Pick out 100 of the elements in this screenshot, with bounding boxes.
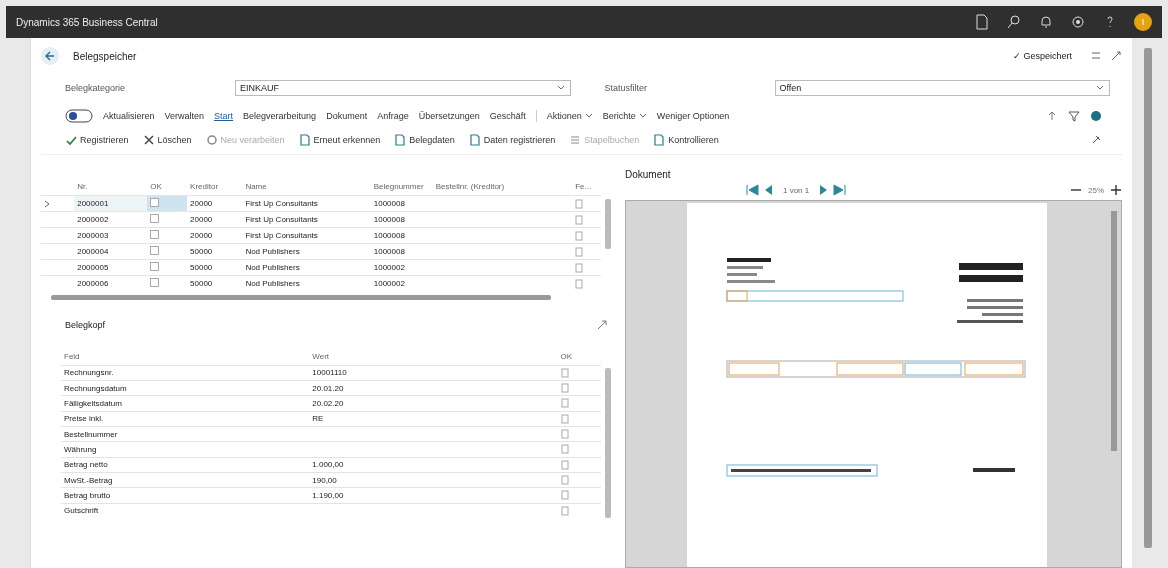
action-tab[interactable]: Dokument [326, 109, 368, 123]
document-icon [468, 134, 481, 146]
table-cell: 2000002 [74, 211, 148, 228]
document-icon [560, 475, 569, 486]
scrollbar[interactable] [1111, 211, 1117, 451]
table-cell: Preise inkl. [61, 411, 310, 427]
expand-icon [1110, 50, 1122, 62]
action-tab[interactable]: Weniger Optionen [656, 109, 730, 123]
cross-icon [142, 134, 155, 146]
table-cell: Rechnungsdatum [61, 380, 310, 396]
document-icon [575, 214, 584, 225]
action-tab[interactable]: Geschäft [489, 109, 526, 123]
back-button[interactable] [41, 47, 59, 65]
table-cell: Nod Publishers [242, 275, 371, 291]
column-header[interactable]: Fe... [572, 165, 601, 196]
action-tab[interactable]: Verwalten [164, 109, 205, 123]
document-icon [560, 367, 569, 378]
checkbox[interactable] [150, 246, 160, 255]
table-cell: 1.000,00 [309, 457, 558, 473]
table-cell: 1000008 [370, 195, 433, 212]
document-icon [575, 278, 584, 289]
document-icon [575, 262, 584, 273]
column-header[interactable]: Name [242, 165, 371, 196]
document-icon [575, 246, 584, 257]
zoom-level: 25% [1088, 185, 1104, 195]
table-cell: 20.02.20 [309, 395, 558, 412]
action-tab[interactable]: Übersetzungen [418, 109, 480, 123]
action-button[interactable]: Erneut erkennen [298, 132, 381, 148]
dropdown-field[interactable]: EINKAUF [235, 80, 571, 96]
checkbox[interactable] [150, 214, 160, 223]
table-cell: 190,00 [309, 472, 558, 488]
field-label: Statusfilter [604, 83, 649, 93]
status-dot-icon [1090, 110, 1102, 122]
dropdown-field[interactable]: Offen [774, 80, 1110, 96]
chevron-down-icon [584, 112, 593, 120]
column-header[interactable]: Bestellnr. (Kreditor) [432, 165, 573, 196]
checkbox[interactable] [150, 230, 160, 239]
column-header[interactable]: OK [557, 334, 601, 366]
document-icon [560, 444, 569, 455]
zoom-in-icon [1110, 184, 1122, 196]
table-cell: First Up Consultants [242, 227, 371, 244]
part-title: Belegkopf [65, 320, 106, 330]
scrollbar[interactable] [1144, 48, 1152, 548]
filter-icon [1068, 110, 1080, 122]
gear-icon [205, 134, 218, 146]
table-cell: RE [309, 411, 558, 427]
table-cell: 1000008 [370, 227, 433, 244]
back-arrow-icon [44, 50, 56, 62]
bell-icon [1038, 14, 1054, 30]
document-icon [575, 230, 584, 241]
checkbox[interactable] [150, 262, 160, 271]
table-cell: 2000001 [74, 195, 148, 212]
table-cell: Betrag brutto [61, 487, 310, 504]
action-button[interactable]: Belegdaten [394, 132, 455, 148]
settings-icon [1070, 14, 1086, 30]
field-label: Belegkategorie [65, 83, 127, 93]
app-title: Dynamics 365 Business Central [16, 16, 158, 28]
column-header[interactable]: OK [147, 165, 188, 196]
document-icon [653, 134, 666, 146]
scrollbar[interactable] [51, 295, 551, 300]
document-icon [560, 398, 569, 409]
column-header[interactable]: Wert [309, 334, 558, 366]
table-cell: Fälligkeitsdatum [61, 395, 310, 412]
action-button[interactable]: Daten registrieren [468, 132, 556, 148]
document-icon [560, 413, 569, 424]
table-cell: 10001110 [309, 365, 558, 381]
document-icon [575, 198, 584, 209]
table-cell: 2000004 [74, 243, 148, 260]
action-tab[interactable]: Aktualisieren [103, 109, 155, 123]
table-cell: Betrag netto [61, 457, 310, 473]
checkbox[interactable] [150, 198, 160, 207]
action-tab[interactable]: Aktionen [546, 109, 593, 123]
action-tab[interactable]: Start [214, 109, 234, 123]
table-cell: 1.190,00 [309, 487, 558, 504]
saved-status: ✓ Gespeichert [1012, 51, 1072, 61]
action-tab[interactable]: Anfrage [377, 109, 409, 123]
action-button[interactable]: Kontrollieren [653, 132, 719, 148]
scrollbar[interactable] [605, 199, 611, 249]
table-cell: 2000005 [74, 259, 148, 276]
column-header[interactable]: Feld [61, 334, 310, 366]
column-header[interactable]: Nr. [74, 165, 148, 196]
action-button[interactable]: Registrieren [65, 132, 129, 148]
action-tab[interactable]: Belegverarbeitung [243, 109, 317, 123]
action-tab[interactable]: Berichte [602, 109, 647, 123]
table-cell: 2000006 [74, 275, 148, 291]
table-cell: Rechnungsnr. [61, 365, 310, 381]
action-button[interactable]: Löschen [142, 132, 192, 148]
document-icon [560, 383, 569, 394]
toggle-icon [65, 109, 93, 123]
last-page-icon [833, 184, 848, 196]
document-icon [974, 14, 990, 30]
column-header[interactable]: Belegnummer [370, 165, 433, 196]
previous-page-icon [763, 184, 773, 196]
table-cell: Bestellnummer [61, 426, 310, 442]
column-header[interactable]: Kreditor [187, 165, 243, 196]
table-cell: First Up Consultants [242, 195, 371, 212]
table-cell: 2000003 [74, 227, 148, 244]
checkbox[interactable] [150, 278, 160, 287]
search-icon [1006, 14, 1022, 30]
scrollbar[interactable] [605, 368, 611, 518]
